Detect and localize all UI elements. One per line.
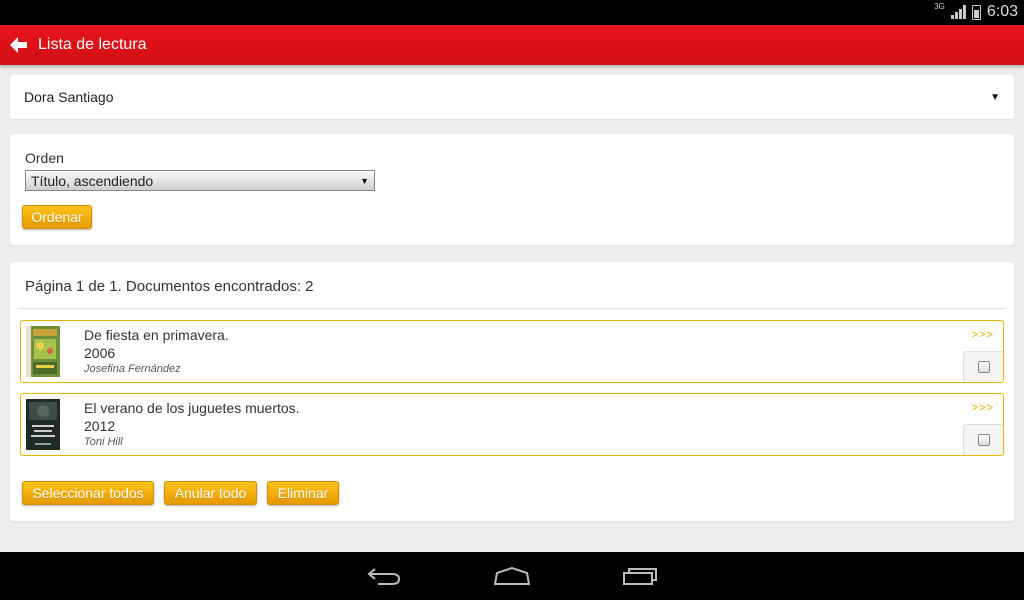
document-year: 2012 xyxy=(84,418,116,434)
pager-info: Página 1 de 1. Documentos encontrados: 2 xyxy=(25,278,314,295)
checkbox-container xyxy=(963,351,1003,382)
arrow-left-icon xyxy=(10,37,27,53)
battery-icon xyxy=(971,4,981,20)
document-title: De fiesta en primavera. xyxy=(84,327,229,343)
nav-recents-button[interactable] xyxy=(620,562,660,590)
signal-icon xyxy=(950,5,966,19)
app-bar: Lista de lectura xyxy=(0,25,1024,65)
user-card: Dora Santiago ▼ xyxy=(10,75,1014,119)
dropdown-arrow-icon: ▼ xyxy=(360,175,369,186)
back-button[interactable] xyxy=(0,25,28,65)
status-bar: 3G 6:03 xyxy=(0,0,1024,25)
more-link[interactable]: >>> xyxy=(972,329,994,341)
status-time: 6:03 xyxy=(986,3,1018,20)
checkbox-container xyxy=(963,424,1003,455)
user-select[interactable]: Dora Santiago ▼ xyxy=(10,75,1014,119)
document-author: Toni Hill xyxy=(84,436,123,448)
nav-recents-icon xyxy=(623,568,657,585)
divider xyxy=(18,308,1004,309)
order-select-value: Título, ascendiendo xyxy=(31,172,154,189)
book-cover-image xyxy=(26,399,60,450)
status-icons: 3G 6:03 xyxy=(934,2,1018,22)
user-select-value: Dora Santiago xyxy=(24,89,114,105)
document-title: El verano de los juguetes muertos. xyxy=(84,400,300,416)
nav-back-button[interactable] xyxy=(364,562,404,590)
more-link[interactable]: >>> xyxy=(972,402,994,414)
select-checkbox[interactable] xyxy=(977,361,990,373)
document-year: 2006 xyxy=(84,345,116,361)
select-checkbox[interactable] xyxy=(977,434,990,446)
results-card: Página 1 de 1. Documentos encontrados: 2… xyxy=(10,262,1014,521)
select-all-button[interactable]: Seleccionar todos xyxy=(22,481,154,505)
order-select[interactable]: Título, ascendiendo ▼ xyxy=(25,170,375,191)
dropdown-arrow-icon: ▼ xyxy=(990,91,1000,103)
nav-home-icon xyxy=(493,566,531,585)
nav-back-icon xyxy=(367,568,401,585)
order-label: Orden xyxy=(25,150,64,166)
page-title: Lista de lectura xyxy=(38,36,147,53)
delete-button[interactable]: Eliminar xyxy=(267,481,339,505)
document-author: Josefina Fernández xyxy=(84,363,181,375)
document-item[interactable]: El verano de los juguetes muertos. 2012 … xyxy=(20,393,1004,456)
clear-all-button[interactable]: Anular todo xyxy=(164,481,257,505)
book-cover-image xyxy=(26,326,60,377)
order-card: Orden Título, ascendiendo ▼ Ordenar xyxy=(10,134,1014,245)
order-button[interactable]: Ordenar xyxy=(22,205,92,229)
network-type: 3G xyxy=(934,1,945,11)
navigation-bar xyxy=(0,552,1024,600)
nav-home-button[interactable] xyxy=(492,562,532,590)
document-item[interactable]: De fiesta en primavera. 2006 Josefina Fe… xyxy=(20,320,1004,383)
